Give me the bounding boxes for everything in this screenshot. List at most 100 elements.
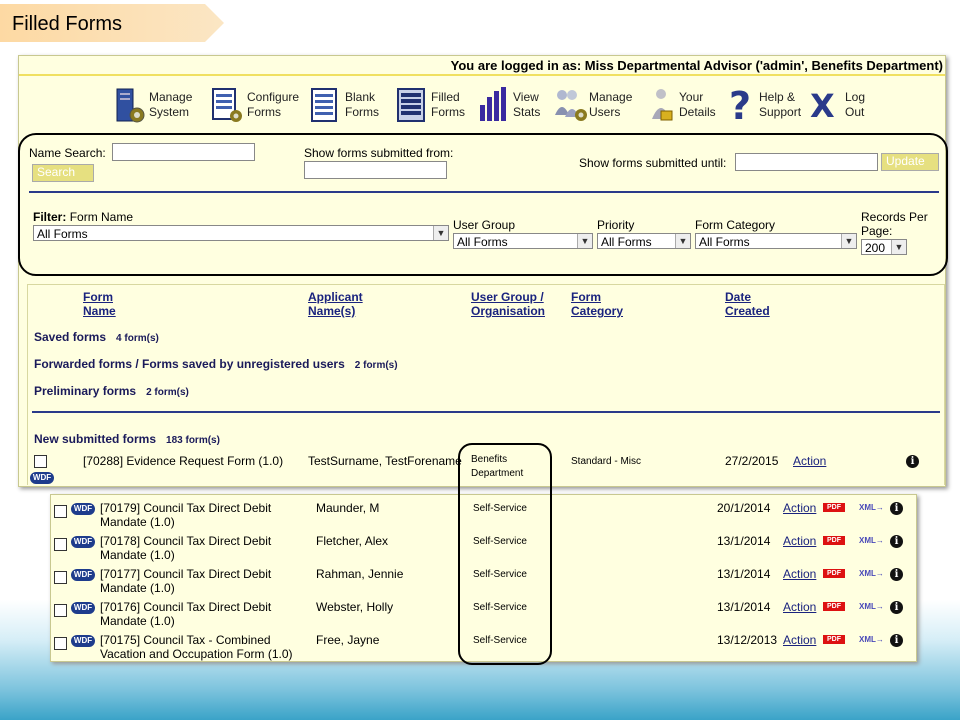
- pdf-icon[interactable]: PDF: [823, 503, 845, 512]
- users-icon: [553, 85, 587, 125]
- xml-export-icon[interactable]: XML→: [859, 635, 884, 647]
- submitted-until-input[interactable]: [735, 153, 878, 171]
- slide-title-tab: Filled Forms: [0, 4, 224, 42]
- column-header-applicant[interactable]: Applicant Name(s): [308, 290, 363, 318]
- date-cell: 20/1/2014: [717, 501, 771, 515]
- info-icon[interactable]: i: [890, 535, 903, 548]
- saved-forms-label: Saved forms: [34, 330, 107, 344]
- nav-your-details[interactable]: Your Details: [649, 82, 716, 128]
- svg-text:?: ?: [729, 85, 751, 125]
- records-per-page-label: Records Per: [861, 210, 928, 224]
- nav-blank-forms[interactable]: Blank Forms: [309, 82, 379, 128]
- form-name-cell[interactable]: [70177] Council Tax Direct Debit Mandate …: [100, 567, 271, 595]
- action-link[interactable]: Action: [793, 454, 826, 468]
- applicant-cell: Fletcher, Alex: [316, 534, 389, 548]
- row-checkbox[interactable]: [54, 538, 67, 551]
- user-group-select-value: All Forms: [457, 235, 508, 249]
- saved-forms-group[interactable]: Saved forms 4 form(s): [34, 330, 159, 344]
- column-header-user-group[interactable]: User Group / Organisation: [471, 290, 545, 318]
- info-icon[interactable]: i: [890, 568, 903, 581]
- applicant-cell: TestSurname, TestForename: [308, 454, 462, 468]
- priority-select-value: All Forms: [601, 235, 652, 249]
- pdf-icon[interactable]: PDF: [823, 602, 845, 611]
- info-icon[interactable]: i: [890, 502, 903, 515]
- form-name-cell[interactable]: [70176] Council Tax Direct Debit Mandate …: [100, 600, 271, 628]
- action-link[interactable]: Action: [783, 567, 816, 581]
- configure-forms-icon: [211, 85, 243, 125]
- action-link[interactable]: Action: [783, 600, 816, 614]
- forms-list: Form Name Applicant Name(s) User Group /…: [27, 284, 945, 485]
- user-group-cell: Self-Service: [473, 536, 527, 547]
- pdf-icon[interactable]: PDF: [823, 635, 845, 644]
- user-group-select[interactable]: All Forms ▼: [453, 233, 593, 249]
- xml-export-icon[interactable]: XML→: [859, 602, 884, 614]
- info-icon[interactable]: i: [890, 634, 903, 647]
- filled-forms-icon: [395, 85, 427, 125]
- wdf-icon: WDF: [71, 569, 95, 581]
- form-name-cell[interactable]: [70175] Council Tax - Combined Vacation a…: [100, 633, 293, 661]
- nav-help-support[interactable]: ? Help & Support: [727, 82, 801, 128]
- forwarded-forms-group[interactable]: Forwarded forms / Forms saved by unregis…: [34, 357, 398, 371]
- nav-label: Blank Forms: [345, 90, 379, 119]
- divider: [32, 411, 940, 413]
- bar-chart-icon: [477, 85, 509, 125]
- new-submitted-label: New submitted forms: [34, 432, 157, 446]
- nav-manage-users[interactable]: Manage Users: [553, 82, 632, 128]
- column-header-form-name[interactable]: Form Name: [83, 290, 116, 318]
- nav-configure-forms[interactable]: Configure Forms: [211, 82, 299, 128]
- xml-label: XML: [859, 569, 876, 578]
- form-name-select[interactable]: All Forms ▼: [33, 225, 449, 241]
- form-name-cell[interactable]: [70178] Council Tax Direct Debit Mandate …: [100, 534, 271, 562]
- xml-export-icon[interactable]: XML→: [859, 536, 884, 548]
- name-search-input[interactable]: [112, 143, 255, 161]
- applicant-cell: Maunder, M: [316, 501, 380, 515]
- column-header-date-created[interactable]: Date Created: [725, 290, 770, 318]
- form-name-line: Mandate (1.0): [100, 515, 175, 529]
- column-header-text: Created: [725, 304, 770, 318]
- xml-label: XML: [859, 536, 876, 545]
- arrow-right-icon: →: [875, 536, 884, 545]
- column-header-text: User Group /: [471, 290, 544, 304]
- search-button[interactable]: Search: [32, 164, 94, 182]
- nav-manage-system[interactable]: Manage System: [113, 82, 192, 128]
- xml-label: XML: [859, 602, 876, 611]
- preliminary-forms-group[interactable]: Preliminary forms 2 form(s): [34, 384, 189, 398]
- form-name-cell[interactable]: [70288] Evidence Request Form (1.0): [83, 454, 283, 468]
- row-checkbox[interactable]: [54, 571, 67, 584]
- row-checkbox[interactable]: [54, 637, 67, 650]
- submitted-from-input[interactable]: [304, 161, 447, 179]
- user-group-label: User Group: [453, 218, 516, 232]
- row-checkbox[interactable]: [54, 505, 67, 518]
- arrow-right-icon: →: [875, 503, 884, 512]
- form-name-cell[interactable]: [70179] Council Tax Direct Debit Mandate …: [100, 501, 271, 529]
- row-checkbox[interactable]: [34, 455, 47, 468]
- pdf-icon[interactable]: PDF: [823, 569, 845, 578]
- column-header-form-category[interactable]: Form Category: [571, 290, 623, 318]
- records-per-page-select[interactable]: 200 ▼: [861, 239, 907, 255]
- new-submitted-forms-group[interactable]: New submitted forms 183 form(s): [34, 432, 220, 446]
- info-icon[interactable]: i: [890, 601, 903, 614]
- form-category-select[interactable]: All Forms ▼: [695, 233, 857, 249]
- update-button[interactable]: Update: [881, 153, 939, 171]
- nav-log-out[interactable]: X Log Out: [809, 82, 865, 128]
- divider: [29, 191, 939, 193]
- action-link[interactable]: Action: [783, 534, 816, 548]
- action-link[interactable]: Action: [783, 633, 816, 647]
- date-cell: 13/12/2013: [717, 633, 778, 647]
- forwarded-forms-count: 2 form(s): [354, 360, 398, 371]
- nav-filled-forms[interactable]: Filled Forms: [395, 82, 465, 128]
- nav-view-stats[interactable]: View Stats: [477, 82, 540, 128]
- user-group-cell: Self-Service: [473, 569, 527, 580]
- action-link[interactable]: Action: [783, 501, 816, 515]
- pdf-icon[interactable]: PDF: [823, 536, 845, 545]
- submitted-forms-detail-panel: WDF [70179] Council Tax Direct Debit Manda…: [50, 494, 917, 662]
- priority-label: Priority: [597, 218, 635, 232]
- priority-select[interactable]: All Forms ▼: [597, 233, 691, 249]
- preliminary-forms-count: 2 form(s): [146, 387, 189, 398]
- chevron-down-icon: ▼: [675, 234, 690, 248]
- xml-export-icon[interactable]: XML→: [859, 503, 884, 515]
- form-name-filter-label: Form Name: [69, 210, 134, 224]
- row-checkbox[interactable]: [54, 604, 67, 617]
- xml-export-icon[interactable]: XML→: [859, 569, 884, 581]
- info-icon[interactable]: i: [906, 455, 919, 468]
